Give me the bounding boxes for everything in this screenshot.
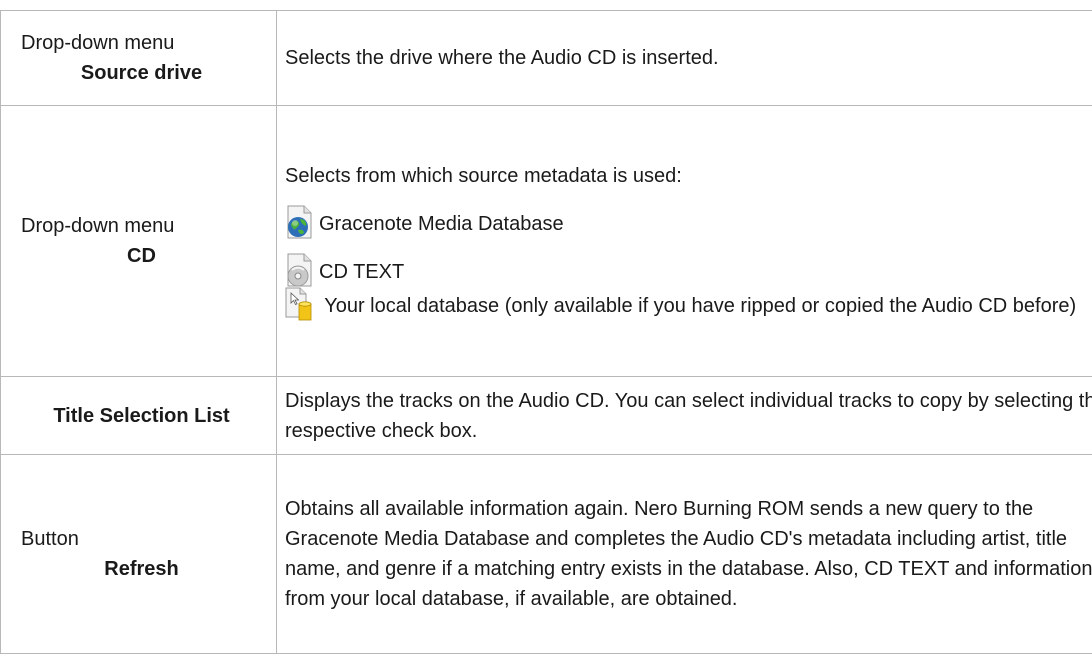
element-name: Title Selection List xyxy=(53,404,230,427)
element-name: Refresh xyxy=(104,558,179,580)
description-cell: Selects the drive where the Audio CD is … xyxy=(276,10,1092,106)
source-option: Your local database (only available if y… xyxy=(285,287,1092,321)
element-name: CD xyxy=(127,245,156,267)
element-description: Displays the tracks on the Audio CD. You… xyxy=(285,389,1092,442)
element-kind: Drop-down menu xyxy=(21,215,175,237)
element-kind: Drop-down menu xyxy=(21,32,175,54)
element-description: Selects the drive where the Audio CD is … xyxy=(285,47,719,69)
element-description: Selects from which source metadata is us… xyxy=(285,165,682,187)
element-cell: Drop-down menu Source drive xyxy=(0,10,277,106)
element-kind: Button xyxy=(21,528,79,550)
table-row: Drop-down menu Source drive Selects the … xyxy=(0,10,1092,106)
gracenote-globe-icon xyxy=(287,205,312,239)
element-cell: Drop-down menu CD xyxy=(0,105,277,377)
description-cell: Obtains all available information again.… xyxy=(276,454,1092,654)
element-cell: Button Refresh xyxy=(0,454,277,654)
parameter-table: Drop-down menu Source drive Selects the … xyxy=(0,10,1092,654)
source-option-label: Your local database (only available if y… xyxy=(324,295,1077,317)
source-option: Gracenote Media Database xyxy=(285,191,1092,239)
element-description: Obtains all available information again.… xyxy=(285,498,1092,610)
local-database-icon xyxy=(285,287,312,321)
description-cell: Selects from which source metadata is us… xyxy=(276,105,1092,377)
source-option-label: Gracenote Media Database xyxy=(319,213,564,235)
source-option-label: CD TEXT xyxy=(319,261,405,283)
table-row: Title Selection List Displays the tracks… xyxy=(0,376,1092,455)
table-row: Button Refresh Obtains all available inf… xyxy=(0,454,1092,654)
description-cell: Displays the tracks on the Audio CD. You… xyxy=(276,376,1092,455)
element-cell: Title Selection List xyxy=(0,376,277,455)
table-row: Drop-down menu CD Selects from which sou… xyxy=(0,105,1092,377)
element-name: Source drive xyxy=(80,62,203,84)
source-option: CD TEXT xyxy=(285,239,1092,287)
cd-text-icon xyxy=(287,253,312,287)
